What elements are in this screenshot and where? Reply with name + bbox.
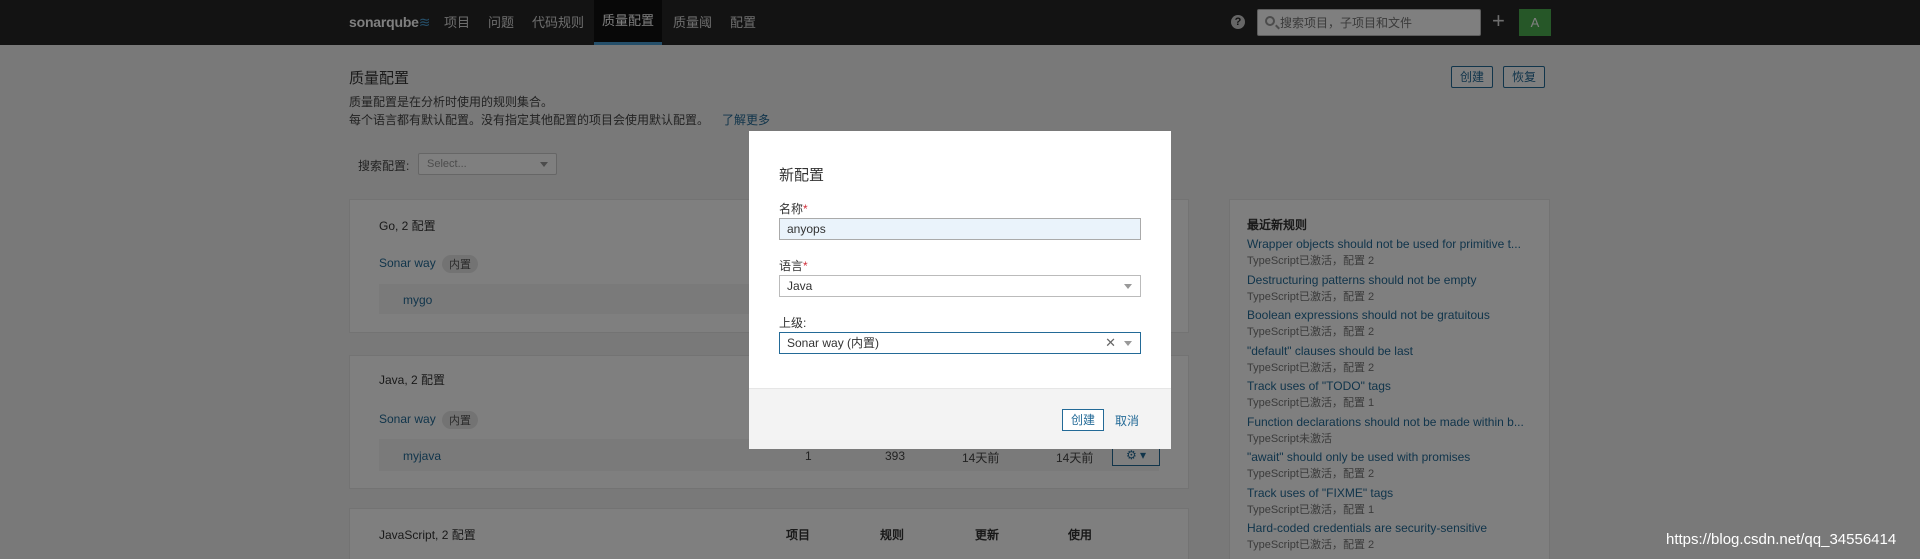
chevron-down-icon (1124, 284, 1132, 289)
parent-value: Sonar way (内置) (787, 336, 880, 350)
create-button[interactable]: 创建 (1062, 409, 1105, 431)
clear-icon[interactable]: ✕ (1105, 333, 1116, 353)
name-field[interactable]: anyops (779, 218, 1141, 240)
parent-select[interactable]: Sonar way (内置) ✕ (779, 332, 1141, 354)
language-value: Java (787, 279, 813, 293)
language-label: 语言* (779, 259, 808, 273)
name-label: 名称* (779, 202, 808, 216)
language-select[interactable]: Java (779, 275, 1141, 297)
watermark-text: https://blog.csdn.net/qq_34556414 (1666, 531, 1897, 548)
modal-footer: 创建 取消 (749, 388, 1171, 449)
parent-label: 上级: (779, 316, 807, 330)
modal-title: 新配置 (779, 167, 825, 184)
cancel-button[interactable]: 取消 (1115, 412, 1139, 429)
create-profile-modal: 新配置 名称* anyops 语言* Java 上级: Sonar way (内… (749, 131, 1171, 449)
chevron-down-icon (1124, 341, 1132, 346)
